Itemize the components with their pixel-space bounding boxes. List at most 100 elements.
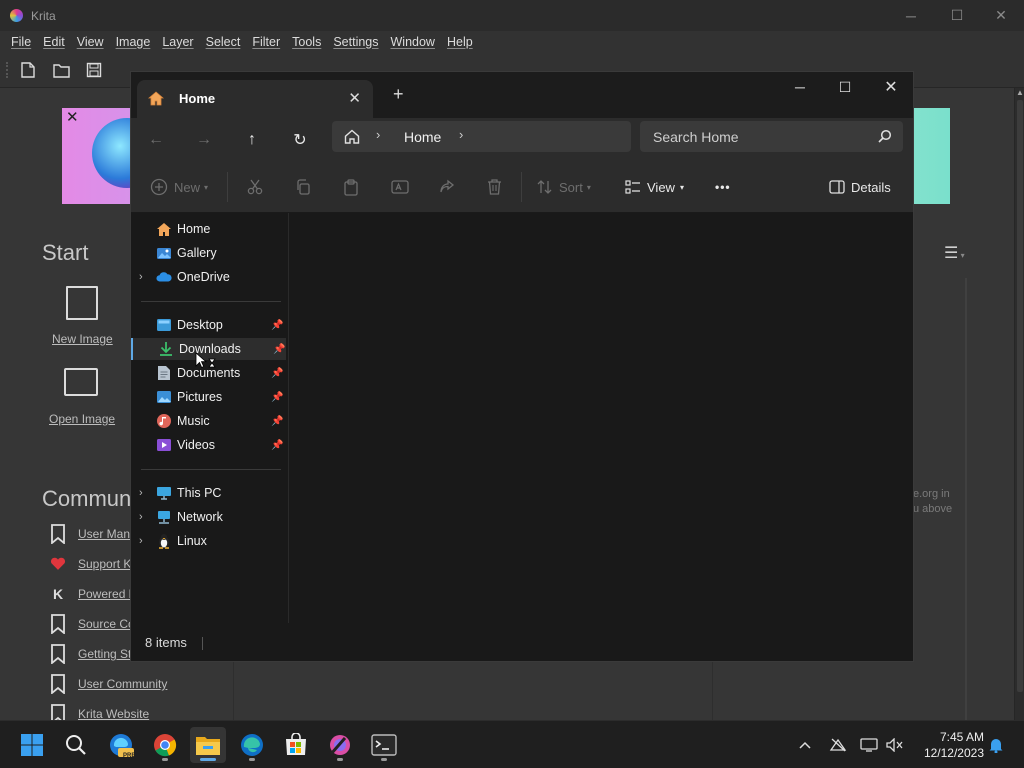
- tray-overflow-chevron-icon[interactable]: [795, 735, 815, 755]
- view-button[interactable]: View ▾: [625, 176, 684, 198]
- menu-file[interactable]: File: [11, 35, 31, 49]
- news-menu-icon[interactable]: ☰ ▾: [944, 243, 965, 263]
- menu-view[interactable]: View: [77, 35, 104, 49]
- volume-muted-icon[interactable]: [885, 735, 905, 755]
- copy-icon[interactable]: [295, 176, 311, 198]
- sidebar-item-home[interactable]: Home: [131, 218, 286, 240]
- close-tab-icon[interactable]: ✕: [348, 89, 361, 107]
- expand-chevron-icon[interactable]: ›: [139, 511, 143, 523]
- sidebar-item-videos[interactable]: Videos 📌: [131, 434, 286, 456]
- sidebar-item-pictures[interactable]: Pictures 📌: [131, 386, 286, 408]
- sidebar-item-this-pc[interactable]: › This PC: [131, 482, 286, 504]
- pin-icon[interactable]: 📌: [271, 392, 283, 403]
- linux-icon: [156, 533, 172, 549]
- details-pane-button[interactable]: Details: [829, 176, 891, 198]
- tab-home[interactable]: Home ✕: [137, 80, 373, 118]
- display-icon[interactable]: [859, 735, 879, 755]
- menu-edit[interactable]: Edit: [43, 35, 65, 49]
- new-button[interactable]: New ▾: [150, 176, 208, 198]
- explorer-maximize-button[interactable]: ☐: [822, 72, 868, 102]
- pin-icon[interactable]: 📌: [271, 368, 283, 379]
- menu-help[interactable]: Help: [447, 35, 473, 49]
- paste-icon[interactable]: [343, 176, 359, 198]
- sort-button[interactable]: Sort ▾: [537, 176, 591, 198]
- menu-layer[interactable]: Layer: [162, 35, 193, 49]
- search-input[interactable]: Search Home: [640, 121, 903, 152]
- address-field[interactable]: › Home ›: [332, 121, 631, 152]
- file-explorer-icon[interactable]: [190, 727, 226, 763]
- windows-start-icon[interactable]: [14, 727, 50, 763]
- sidebar-item-music[interactable]: Music 📌: [131, 410, 286, 432]
- krita-close-button[interactable]: ✕: [978, 0, 1024, 31]
- sidebar-item-desktop[interactable]: Desktop 📌: [131, 314, 286, 336]
- expand-chevron-icon[interactable]: ›: [139, 487, 143, 499]
- menu-settings[interactable]: Settings: [333, 35, 378, 49]
- menu-tools[interactable]: Tools: [292, 35, 321, 49]
- search-icon[interactable]: [878, 129, 892, 148]
- terminal-icon[interactable]: [366, 727, 402, 763]
- refresh-button[interactable]: ↻: [288, 128, 312, 152]
- item-count: 8 items: [145, 635, 187, 650]
- new-plus-icon: [150, 178, 168, 196]
- start-heading: Start: [42, 240, 89, 265]
- cut-icon[interactable]: [247, 176, 263, 198]
- krita-icon[interactable]: [322, 727, 358, 763]
- menu-filter[interactable]: Filter: [252, 35, 280, 49]
- delete-icon[interactable]: [487, 176, 502, 198]
- new-tab-button[interactable]: +: [393, 84, 404, 105]
- new-image-link[interactable]: New Image: [52, 332, 113, 346]
- system-clock[interactable]: 7:45 AM 12/12/2023: [912, 729, 984, 761]
- menu-window[interactable]: Window: [391, 35, 435, 49]
- krita-minimize-button[interactable]: ─: [888, 0, 934, 31]
- scroll-up-icon[interactable]: ▲: [1016, 88, 1024, 97]
- sidebar-item-network[interactable]: › Network: [131, 506, 286, 528]
- forward-button[interactable]: →: [192, 128, 216, 152]
- expand-chevron-icon[interactable]: ›: [139, 535, 143, 547]
- up-button[interactable]: ↑: [240, 128, 264, 152]
- sidebar-item-gallery[interactable]: Gallery: [131, 242, 286, 264]
- pin-icon[interactable]: 📌: [273, 344, 285, 355]
- edge-icon[interactable]: [234, 727, 270, 763]
- share-icon[interactable]: [439, 176, 455, 198]
- krita-logo-icon: [10, 9, 23, 22]
- krita-maximize-button[interactable]: ☐: [934, 0, 980, 31]
- pin-icon[interactable]: 📌: [271, 440, 283, 451]
- breadcrumb-home[interactable]: Home: [404, 129, 441, 145]
- network-disconnected-icon[interactable]: [828, 735, 848, 755]
- menu-image[interactable]: Image: [116, 35, 151, 49]
- scroll-thumb[interactable]: [1017, 100, 1023, 692]
- edge-preview-icon[interactable]: PRE: [103, 727, 139, 763]
- home-outline-icon[interactable]: [344, 129, 360, 149]
- new-document-icon[interactable]: [19, 61, 37, 79]
- sidebar-item-linux[interactable]: › Linux: [131, 530, 286, 552]
- explorer-tabbar: Home ✕ + ─ ☐ ✕: [131, 72, 913, 118]
- new-image-icon[interactable]: [66, 286, 98, 320]
- rename-icon[interactable]: [391, 176, 409, 198]
- menu-select[interactable]: Select: [206, 35, 241, 49]
- more-options-icon[interactable]: •••: [715, 176, 731, 198]
- open-folder-icon[interactable]: [52, 61, 70, 79]
- open-image-link[interactable]: Open Image: [49, 412, 115, 426]
- banner-close-icon[interactable]: ✕: [66, 108, 79, 126]
- back-button[interactable]: ←: [144, 128, 168, 152]
- search-icon[interactable]: [58, 727, 94, 763]
- krita-scrollbar[interactable]: ▲: [1014, 88, 1024, 720]
- pin-icon[interactable]: 📌: [271, 320, 283, 331]
- tab-label: Home: [179, 91, 216, 106]
- toolbar-grip[interactable]: [6, 62, 8, 78]
- navigation-pane-splitter[interactable]: [288, 213, 289, 623]
- open-image-icon[interactable]: [64, 368, 98, 396]
- breadcrumb-chevron-icon[interactable]: ›: [376, 127, 380, 142]
- pin-icon[interactable]: 📌: [271, 416, 283, 427]
- chrome-icon[interactable]: [147, 727, 183, 763]
- expand-chevron-icon[interactable]: ›: [139, 271, 143, 283]
- sidebar-item-onedrive[interactable]: › OneDrive: [131, 266, 286, 288]
- explorer-minimize-button[interactable]: ─: [777, 72, 823, 102]
- breadcrumb-chevron-icon[interactable]: ›: [459, 127, 463, 142]
- community-link-user-community[interactable]: User Community: [50, 672, 167, 696]
- notification-bell-icon[interactable]: [986, 735, 1006, 755]
- explorer-close-button[interactable]: ✕: [868, 72, 913, 102]
- videos-icon: [156, 437, 172, 453]
- save-icon[interactable]: [85, 61, 103, 79]
- store-icon[interactable]: [278, 727, 314, 763]
